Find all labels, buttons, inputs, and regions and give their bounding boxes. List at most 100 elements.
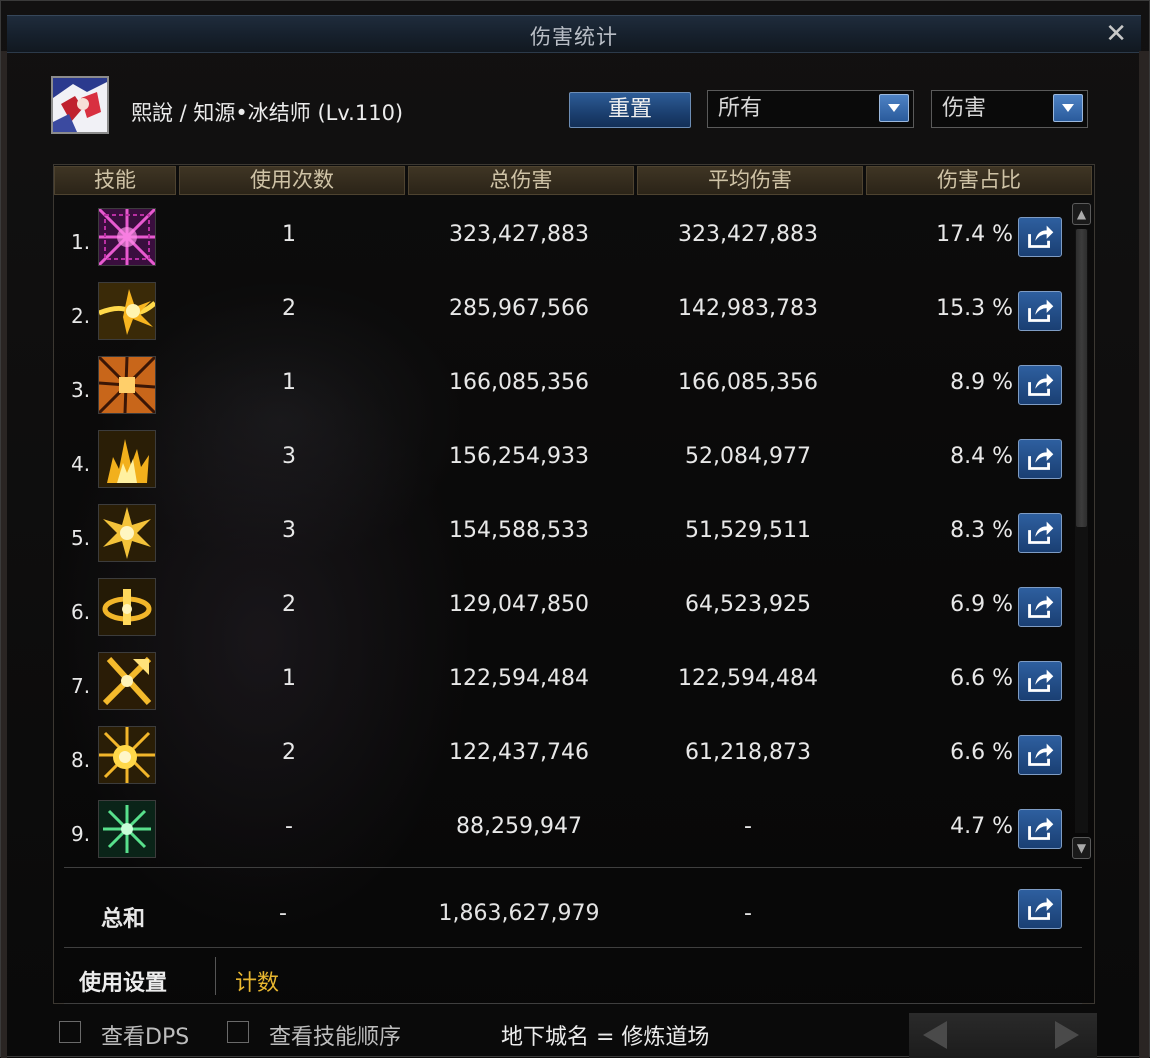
cell-pct: 6.6 % [950, 666, 1013, 691]
checkbox-box[interactable] [227, 1021, 249, 1043]
view-skill-order-label: 查看技能顺序 [269, 1025, 402, 1050]
cell-total: 129,047,850 [449, 592, 589, 617]
sum-avg: - [744, 901, 752, 926]
share-icon[interactable] [1018, 889, 1062, 929]
reset-button[interactable]: 重置 [569, 92, 691, 128]
divider [64, 947, 1082, 948]
table-row: 2. 2 285,967,566 142,983,783 15.3 % [63, 274, 1073, 348]
share-icon[interactable] [1018, 587, 1062, 627]
cell-count: 1 [282, 370, 296, 395]
cell-count: 3 [282, 444, 296, 469]
cell-total: 285,967,566 [449, 296, 589, 321]
chevron-down-icon[interactable]: ▼ [1072, 837, 1091, 859]
next-page-icon[interactable] [1055, 1021, 1079, 1049]
cell-avg: 52,084,977 [685, 444, 811, 469]
cell-pct: 15.3 % [936, 296, 1013, 321]
cell-total: 88,259,947 [456, 814, 582, 839]
scroll-track[interactable] [1075, 229, 1088, 833]
cell-total: 154,588,533 [449, 518, 589, 543]
row-index: 7. [71, 674, 91, 698]
golden-flame-skill-icon [98, 430, 156, 488]
share-icon[interactable] [1018, 439, 1062, 479]
column-header-total: 总伤害 [408, 166, 634, 195]
golden-nova-skill-icon [98, 726, 156, 784]
share-icon[interactable] [1018, 809, 1062, 849]
view-dps-label: 查看DPS [101, 1025, 190, 1050]
share-icon[interactable] [1018, 661, 1062, 701]
cell-count: 2 [282, 296, 296, 321]
frame-right-border [1139, 51, 1149, 1058]
tab-usage-settings[interactable]: 使用设置 [79, 965, 167, 997]
cell-pct: 8.9 % [950, 370, 1013, 395]
golden-cross-skill-icon [98, 652, 156, 710]
row-index: 5. [71, 526, 91, 550]
character-avatar [51, 76, 109, 134]
sum-total: 1,863,627,979 [438, 901, 600, 926]
filter-select-value: 所有 [718, 96, 763, 121]
metric-select-value: 伤害 [942, 96, 987, 121]
table-row: 4. 3 156,254,933 52,084,977 8.4 % [63, 422, 1073, 496]
cell-count: - [285, 814, 293, 839]
row-index: 3. [71, 378, 91, 402]
share-icon[interactable] [1018, 365, 1062, 405]
cell-count: 2 [282, 592, 296, 617]
table-scrollbar[interactable]: ▲ ▼ [1072, 199, 1092, 861]
column-header-avg: 平均伤害 [637, 166, 863, 195]
close-icon[interactable]: ✕ [1105, 19, 1127, 49]
tab-count[interactable]: 计数 [235, 965, 279, 997]
title-bar[interactable]: 伤害统计 ✕ [7, 15, 1141, 53]
golden-wave-skill-icon [98, 282, 156, 340]
cell-count: 3 [282, 518, 296, 543]
dungeon-name: 地下城名 = 修炼道场 [501, 1025, 710, 1050]
table-row: 3. 1 166,085,356 166,085,356 8.9 % [63, 348, 1073, 422]
scroll-thumb[interactable] [1076, 229, 1087, 527]
share-icon[interactable] [1018, 291, 1062, 331]
tab-separator [215, 957, 216, 995]
column-header-pct: 伤害占比 [866, 166, 1092, 195]
damage-stats-window: 伤害统计 ✕ 熙說 / 知源•冰结师 (Lv.110) 重置 所有 伤害 技能 … [0, 0, 1150, 1058]
page-navigator [909, 1013, 1097, 1058]
cell-count: 2 [282, 740, 296, 765]
cell-avg: 122,594,484 [678, 666, 818, 691]
cell-count: 1 [282, 666, 296, 691]
cell-pct: 6.6 % [950, 740, 1013, 765]
sum-label: 总和 [101, 907, 146, 932]
share-icon[interactable] [1018, 217, 1062, 257]
golden-ring-skill-icon [98, 578, 156, 636]
orange-shatter-skill-icon [98, 356, 156, 414]
chevron-down-icon[interactable] [1053, 94, 1083, 122]
row-index: 8. [71, 748, 91, 772]
column-header-count: 使用次数 [179, 166, 405, 195]
share-icon[interactable] [1018, 735, 1062, 775]
frame-left-border [1, 51, 7, 1058]
prev-page-icon[interactable] [923, 1021, 947, 1049]
purple-burst-skill-icon [98, 208, 156, 266]
row-index: 4. [71, 452, 91, 476]
cell-avg: - [744, 814, 752, 839]
table-row: 8. 2 122,437,746 61,218,873 6.6 % [63, 718, 1073, 792]
row-index: 1. [71, 230, 91, 254]
cell-total: 122,594,484 [449, 666, 589, 691]
share-icon[interactable] [1018, 513, 1062, 553]
cell-pct: 8.3 % [950, 518, 1013, 543]
chevron-down-icon[interactable] [879, 94, 909, 122]
cell-avg: 51,529,511 [685, 518, 811, 543]
divider [64, 1003, 1082, 1004]
metric-select[interactable]: 伤害 [931, 90, 1088, 128]
column-header-skill: 技能 [54, 166, 176, 195]
cell-count: 1 [282, 222, 296, 247]
cell-total: 122,437,746 [449, 740, 589, 765]
cell-avg: 61,218,873 [685, 740, 811, 765]
checkbox-box[interactable] [59, 1021, 81, 1043]
chevron-up-icon[interactable]: ▲ [1072, 203, 1091, 225]
filter-select[interactable]: 所有 [707, 90, 914, 128]
green-snowflake-skill-icon [98, 800, 156, 858]
table-row: 9. - 88,259,947 - 4.7 % [63, 792, 1073, 866]
cell-pct: 8.4 % [950, 444, 1013, 469]
sum-count: - [279, 901, 287, 926]
cell-pct: 17.4 % [936, 222, 1013, 247]
cell-avg: 142,983,783 [678, 296, 818, 321]
cell-avg: 323,427,883 [678, 222, 818, 247]
cell-avg: 166,085,356 [678, 370, 818, 395]
cell-total: 156,254,933 [449, 444, 589, 469]
